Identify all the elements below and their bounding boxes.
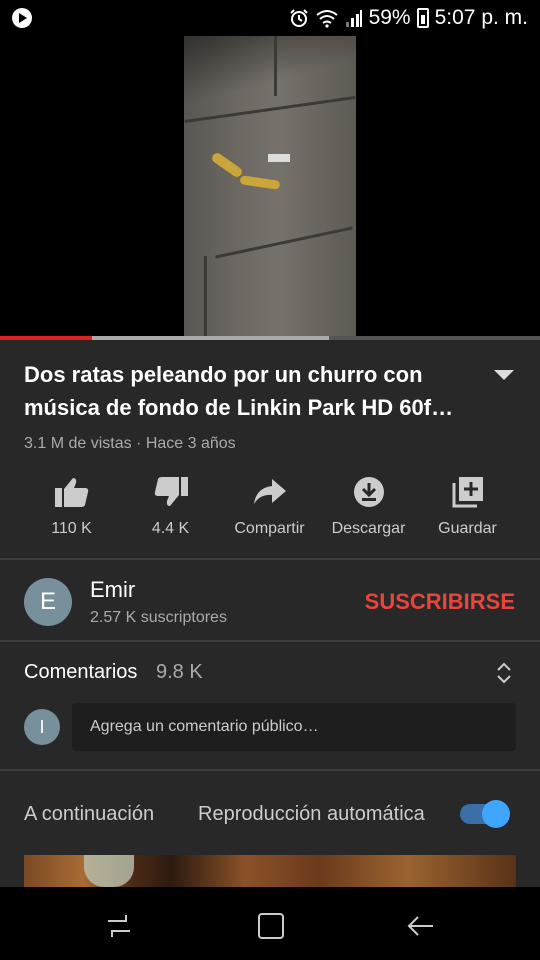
autoplay-toggle-knob[interactable] bbox=[482, 800, 510, 828]
download-icon bbox=[353, 477, 384, 507]
channel-avatar[interactable]: E bbox=[24, 578, 72, 626]
video-title-line1: Dos ratas peleando por un churro con bbox=[24, 362, 423, 387]
subscribe-button[interactable]: SUSCRIBIRSE bbox=[365, 589, 515, 615]
thumbs-down-icon bbox=[154, 477, 188, 506]
clock: 5:07 p. m. bbox=[434, 6, 528, 29]
navigation-bar bbox=[0, 887, 540, 960]
save-button[interactable]: Guardar bbox=[418, 472, 517, 542]
up-next-label: A continuación bbox=[24, 803, 155, 825]
dislike-button[interactable]: 4.4 K bbox=[121, 472, 220, 542]
home-icon[interactable] bbox=[256, 911, 286, 941]
video-player[interactable] bbox=[0, 36, 540, 338]
add-to-playlist-icon bbox=[452, 477, 483, 508]
dislike-count: 4.4 K bbox=[151, 520, 190, 537]
next-video-thumbnail[interactable] bbox=[24, 855, 516, 887]
thumbs-up-icon bbox=[54, 478, 88, 507]
battery-icon bbox=[416, 8, 429, 28]
status-right: 59% 5:07 p. m. bbox=[289, 4, 528, 32]
battery-percent: 59% bbox=[368, 6, 411, 29]
divider bbox=[0, 640, 540, 642]
like-button[interactable]: 110 K bbox=[22, 472, 121, 542]
action-bar: 110 K 4.4 K Compartir Descargar Guardar bbox=[22, 472, 518, 542]
comment-input[interactable]: Agrega un comentario público… bbox=[72, 703, 516, 751]
user-avatar: I bbox=[24, 709, 60, 745]
video-frame[interactable] bbox=[184, 36, 356, 338]
signal-icon bbox=[345, 10, 362, 27]
sort-icon[interactable] bbox=[494, 660, 514, 686]
channel-name[interactable]: Emir bbox=[90, 577, 135, 603]
wifi-icon bbox=[315, 10, 338, 28]
share-icon bbox=[253, 479, 286, 504]
progress-played bbox=[0, 336, 92, 340]
share-button[interactable]: Compartir bbox=[220, 472, 319, 542]
channel-subscribers: 2.57 K suscriptores bbox=[90, 609, 227, 626]
status-bar: 59% 5:07 p. m. bbox=[0, 0, 540, 36]
play-circle-icon bbox=[12, 8, 32, 28]
video-title[interactable]: Dos ratas peleando por un churro con mús… bbox=[24, 358, 474, 424]
divider bbox=[0, 769, 540, 771]
back-icon[interactable] bbox=[406, 911, 436, 941]
save-label: Guardar bbox=[438, 520, 497, 537]
comments-count: 9.8 K bbox=[156, 661, 203, 683]
video-title-line2: música de fondo de Linkin Park HD 60f… bbox=[24, 395, 454, 420]
download-button[interactable]: Descargar bbox=[319, 472, 418, 542]
comments-title[interactable]: Comentarios bbox=[24, 661, 137, 684]
divider bbox=[0, 558, 540, 560]
share-label: Compartir bbox=[234, 520, 305, 537]
like-count: 110 K bbox=[51, 520, 92, 537]
expand-chevron-icon[interactable] bbox=[494, 370, 514, 380]
autoplay-label: Reproducción automática bbox=[198, 803, 425, 825]
recents-icon[interactable] bbox=[104, 911, 134, 941]
alarm-icon bbox=[289, 9, 308, 27]
video-meta: 3.1 M de vistas · Hace 3 años bbox=[24, 435, 236, 452]
download-label: Descargar bbox=[331, 520, 406, 537]
progress-bar[interactable] bbox=[0, 336, 540, 340]
